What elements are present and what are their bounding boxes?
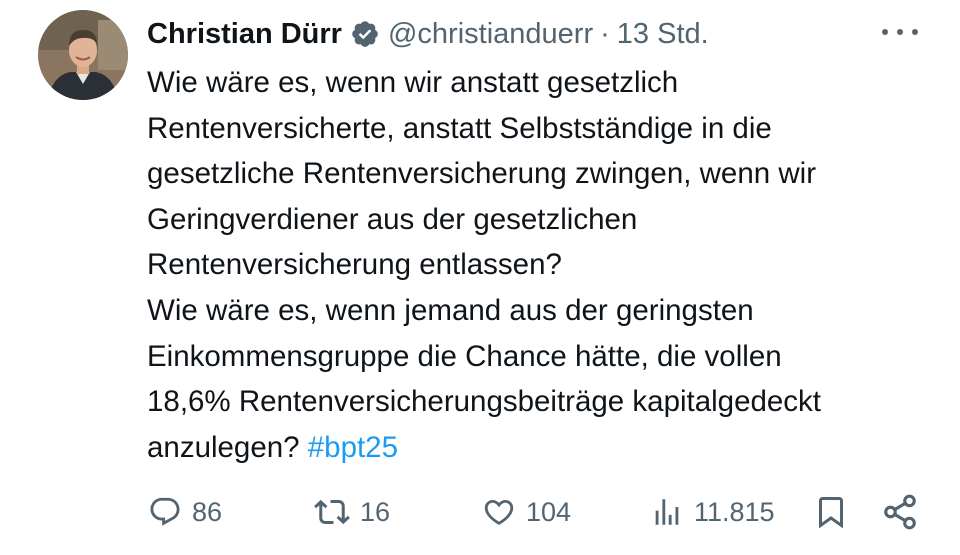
bookmark-button[interactable] <box>813 488 849 536</box>
author-display-name[interactable]: Christian Dürr <box>147 18 342 51</box>
repost-button[interactable]: 16 <box>314 488 390 536</box>
more-horizontal-icon[interactable] <box>882 22 918 42</box>
hashtag-link[interactable]: #bpt25 <box>308 431 398 464</box>
views-button[interactable]: 11.815 <box>650 488 775 536</box>
repost-icon <box>314 499 350 525</box>
tweet-text-segment: anzulegen? <box>147 430 308 464</box>
tweet-text-line: Wie wäre es, wenn wir anstatt gesetzlich <box>147 66 679 99</box>
tweet-text-line: Rentenversicherung entlassen? <box>147 248 562 282</box>
tweet-header: Christian Dürr @christianduerr · 13 Std. <box>147 14 709 54</box>
reply-count: 86 <box>192 496 223 527</box>
share-icon <box>884 494 916 530</box>
tweet-card: Christian Dürr @christianduerr · 13 Std.… <box>0 0 960 555</box>
author-handle[interactable]: @christianduerr <box>388 18 593 51</box>
reply-button[interactable]: 86 <box>148 488 222 536</box>
heart-icon <box>484 499 514 525</box>
action-bar: 86 16 104 11.815 <box>0 488 960 536</box>
reply-icon <box>150 497 180 526</box>
tweet-text-line: Wie wäre es, wenn jemand aus der gerings… <box>147 293 754 327</box>
tweet-text-line: gesetzliche Rentenversicherung zwingen, … <box>147 157 817 191</box>
tweet-text-line: 18,6% Rentenversicherungsbeiträge kapita… <box>147 385 822 419</box>
tweet-text-last-line: anzulegen? #bpt25 <box>147 425 937 471</box>
tweet-timestamp[interactable]: 13 Std. <box>617 18 709 51</box>
avatar[interactable] <box>38 10 128 100</box>
tweet-text-line: Rentenversicherte, anstatt Selbstständig… <box>147 111 772 145</box>
header-separator: · <box>600 17 610 50</box>
views-icon <box>655 499 679 525</box>
views-count: 11.815 <box>694 496 775 527</box>
share-button[interactable] <box>881 488 919 536</box>
profile-photo-icon <box>38 10 128 100</box>
verified-badge-icon[interactable] <box>350 19 380 49</box>
tweet-text: Wie wäre es, wenn wir anstatt gesetzlich… <box>147 60 937 470</box>
tweet-text-line: Einkommensgruppe die Chance hätte, die v… <box>147 339 782 373</box>
repost-count: 16 <box>360 496 391 527</box>
like-count: 104 <box>526 496 572 527</box>
tweet-text-line: Geringverdiener aus der gesetzlichen <box>147 202 638 236</box>
bookmark-icon <box>819 497 843 529</box>
like-button[interactable]: 104 <box>482 488 571 536</box>
